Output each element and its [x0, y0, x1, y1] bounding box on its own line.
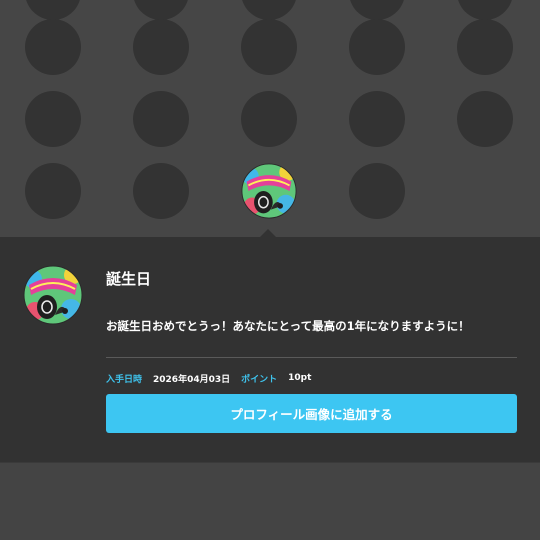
badge-description: お誕生日おめでとうっ！あなたにとって最高の1年になりますように！: [106, 319, 470, 333]
birthday-badge-icon: [23, 265, 83, 325]
bottom-area: [0, 462, 540, 540]
badge-slot[interactable]: [133, 91, 189, 147]
badge-slot[interactable]: [349, 0, 405, 20]
points-value: 10pt: [288, 373, 312, 383]
badge-slot[interactable]: [457, 19, 513, 75]
points-label: ポイント: [241, 374, 278, 385]
badge-slot[interactable]: [25, 163, 81, 219]
badge-title: 誕生日: [106, 270, 152, 288]
badge-slot[interactable]: [241, 0, 297, 20]
divider: [106, 357, 517, 358]
add-to-profile-button[interactable]: プロフィール画像に追加する: [106, 394, 517, 433]
acquired-label: 入手日時: [106, 374, 143, 385]
badge-slot[interactable]: [25, 19, 81, 75]
badge-slot[interactable]: [457, 0, 513, 20]
badge-image: [23, 265, 83, 325]
birthday-badge-icon: [241, 163, 297, 219]
badge-slot[interactable]: [133, 0, 189, 20]
badge-slot[interactable]: [133, 19, 189, 75]
badge-slot[interactable]: [25, 0, 81, 20]
birthday-badge-selected[interactable]: [241, 163, 297, 219]
badge-slot[interactable]: [349, 19, 405, 75]
badge-slot[interactable]: [457, 91, 513, 147]
badge-slot[interactable]: [133, 163, 189, 219]
badge-slot[interactable]: [241, 19, 297, 75]
badge-grid: [0, 0, 540, 237]
badge-slot[interactable]: [25, 91, 81, 147]
badge-slot[interactable]: [349, 163, 405, 219]
acquired-value: 2026年04月03日: [153, 374, 231, 385]
badge-slot[interactable]: [241, 91, 297, 147]
badge-slot[interactable]: [349, 91, 405, 147]
badge-meta: 入手日時 2026年04月03日 ポイント 10pt: [106, 371, 311, 385]
